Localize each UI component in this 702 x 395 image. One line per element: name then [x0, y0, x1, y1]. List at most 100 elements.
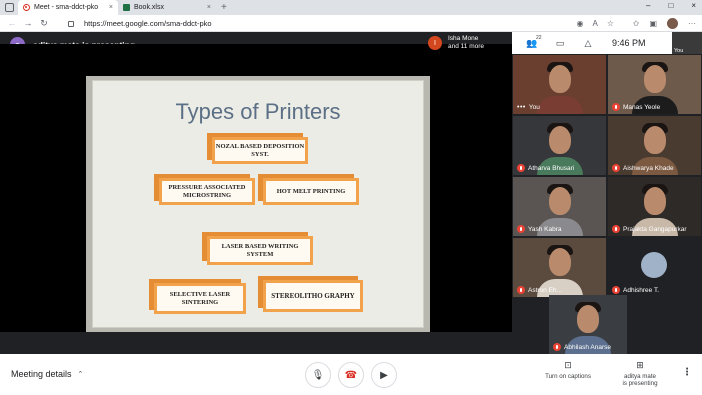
chevron-up-icon: ⌃: [77, 371, 84, 378]
mic-off-icon: [517, 164, 525, 172]
slide-box-hot-melt: HOT MELT PRINTING: [263, 178, 359, 205]
participant-tile[interactable]: Adhishree T.: [608, 238, 701, 297]
meeting-clock: 9:46 PM: [612, 38, 646, 48]
camera-icon: ▶: [380, 369, 388, 381]
face: [577, 305, 599, 333]
slide-canvas: Types of Printers NOZAL BASED DEPOSITION…: [92, 80, 424, 328]
camera-permission-icon[interactable]: ◉: [577, 19, 584, 28]
present-label-line1: aditya mate: [624, 372, 656, 380]
read-aloud-icon[interactable]: A: [592, 19, 597, 28]
mic-off-icon: [612, 225, 620, 233]
tab-book-title: Book.xlsx: [134, 4, 164, 11]
favorites-icon[interactable]: ✩: [633, 19, 640, 28]
face: [549, 187, 571, 215]
tab-actions-icon[interactable]: [5, 3, 14, 12]
participant-tile[interactable]: Atharva Bhusari: [513, 116, 606, 175]
camera-button[interactable]: ▶: [371, 362, 397, 388]
maximize-button[interactable]: □: [668, 1, 673, 10]
minimize-button[interactable]: –: [646, 1, 650, 10]
slide-box-pressure: PRESSURE ASSOCIATED MICROSTRING: [159, 178, 255, 205]
participant-name: Adhishree T.: [623, 286, 660, 294]
present-now-button[interactable]: ⊞ aditya mate is presenting: [614, 360, 666, 388]
url-text[interactable]: https://meet.google.com/sma-ddct-pko: [84, 19, 212, 28]
people-count: 22: [536, 34, 542, 41]
mic-off-icon: [612, 164, 620, 172]
participant-tile[interactable]: Astron Eh...: [513, 238, 606, 297]
tab-close-icon[interactable]: ×: [109, 4, 113, 11]
participant-tile[interactable]: Aishwarya Khade: [608, 116, 701, 175]
participant-name: Aishwarya Khade: [623, 164, 674, 172]
mic-off-icon: [517, 286, 525, 294]
hang-up-icon: ☎: [344, 369, 358, 381]
speaker-more: and 11 more: [448, 43, 485, 50]
people-icon[interactable]: 👥 22: [518, 34, 546, 49]
self-thumb-label: You: [674, 48, 684, 54]
meet-top-controls: 👥 22 ▭ △ 9:46 PM You: [512, 32, 702, 54]
face: [644, 65, 666, 93]
self-view-thumbnail[interactable]: You: [672, 32, 702, 54]
favorite-icon[interactable]: ☆: [607, 19, 614, 28]
participant-name: You: [528, 104, 540, 111]
participant-tile[interactable]: Manas Yeole: [608, 55, 701, 114]
omnibox[interactable]: https://meet.google.com/sma-ddct-pko ◉ A…: [68, 17, 614, 30]
lock-icon[interactable]: [68, 20, 74, 27]
participant-tile[interactable]: Prajakta Gangapurkar: [608, 177, 701, 236]
participant-tile[interactable]: ••• You: [513, 55, 606, 114]
mic-off-icon: [517, 225, 525, 233]
captions-button[interactable]: ⊡ Turn on captions: [541, 360, 595, 380]
mic-off-icon: [612, 286, 620, 294]
participant-name: Astron Eh...: [528, 286, 562, 294]
window-controls: – □ ×: [646, 1, 696, 10]
participant-tile[interactable]: Abhilash Anarse: [549, 295, 627, 354]
shared-slide: Types of Printers NOZAL BASED DEPOSITION…: [86, 76, 430, 332]
meeting-details-label: Meeting details: [11, 369, 72, 379]
new-tab-button[interactable]: +: [221, 2, 227, 13]
captions-label: Turn on captions: [545, 372, 591, 380]
menu-dots-icon[interactable]: ···: [688, 19, 696, 28]
participant-name: Prajakta Gangapurkar: [623, 225, 687, 233]
reload-icon[interactable]: ↻: [36, 18, 52, 29]
tab-close-icon[interactable]: ×: [207, 4, 211, 11]
microphone-button[interactable]: 🎙: [305, 362, 331, 388]
tab-meet-title: Meet - sma-ddct-pko: [34, 4, 99, 11]
face: [549, 126, 571, 154]
body: [537, 96, 583, 114]
speaker-name: Isha Mone: [448, 34, 479, 42]
recording-icon: [23, 4, 30, 11]
mic-off-icon: [553, 343, 561, 351]
address-bar: ← → ↻ https://meet.google.com/sma-ddct-p…: [0, 15, 702, 32]
back-icon[interactable]: ←: [4, 18, 20, 28]
slide-title: Types of Printers: [175, 99, 341, 124]
forward-icon[interactable]: →: [20, 18, 36, 28]
close-window-button[interactable]: ×: [691, 1, 696, 10]
face: [549, 65, 571, 93]
mic-off-icon: [612, 103, 620, 111]
face: [549, 248, 571, 276]
participant-name: Abhilash Anarse: [564, 343, 611, 351]
more-options-icon[interactable]: ⋮: [682, 367, 692, 378]
slide-box-nozal: NOZAL BASED DEPOSITION SYST.: [212, 137, 308, 164]
meeting-details-button[interactable]: Meeting details ⌃: [11, 369, 83, 379]
chat-icon[interactable]: ▭: [546, 38, 574, 49]
meet-bottom-bar: Meeting details ⌃ 🎙 ☎ ▶ ⊡ Turn on captio…: [0, 354, 702, 395]
participant-name: Manas Yeole: [623, 103, 661, 111]
profile-avatar[interactable]: [667, 18, 678, 29]
tab-meet[interactable]: Meet - sma-ddct-pko ×: [18, 0, 118, 15]
tab-book[interactable]: Book.xlsx ×: [118, 0, 216, 15]
participant-avatar: [641, 252, 667, 278]
activities-icon[interactable]: △: [574, 38, 602, 49]
present-label-line2: is presenting: [622, 380, 658, 388]
participant-name: Atharva Bhusari: [528, 164, 575, 172]
face: [644, 187, 666, 215]
participant-name: Yash Kabra: [528, 225, 562, 233]
present-icon: ⊞: [636, 360, 644, 370]
hang-up-button[interactable]: ☎: [338, 362, 364, 388]
more-options-icon[interactable]: •••: [517, 104, 526, 111]
speaker-avatar: I: [428, 36, 442, 50]
collections-icon[interactable]: ▣: [649, 19, 657, 28]
participant-tile[interactable]: Yash Kabra: [513, 177, 606, 236]
active-speaker-info: I Isha Mone and 11 more: [428, 32, 508, 54]
slide-box-stereolitho: STEREOLITHO GRAPHY: [263, 280, 363, 312]
captions-icon: ⊡: [564, 360, 572, 370]
microphone-icon: 🎙: [311, 369, 325, 381]
